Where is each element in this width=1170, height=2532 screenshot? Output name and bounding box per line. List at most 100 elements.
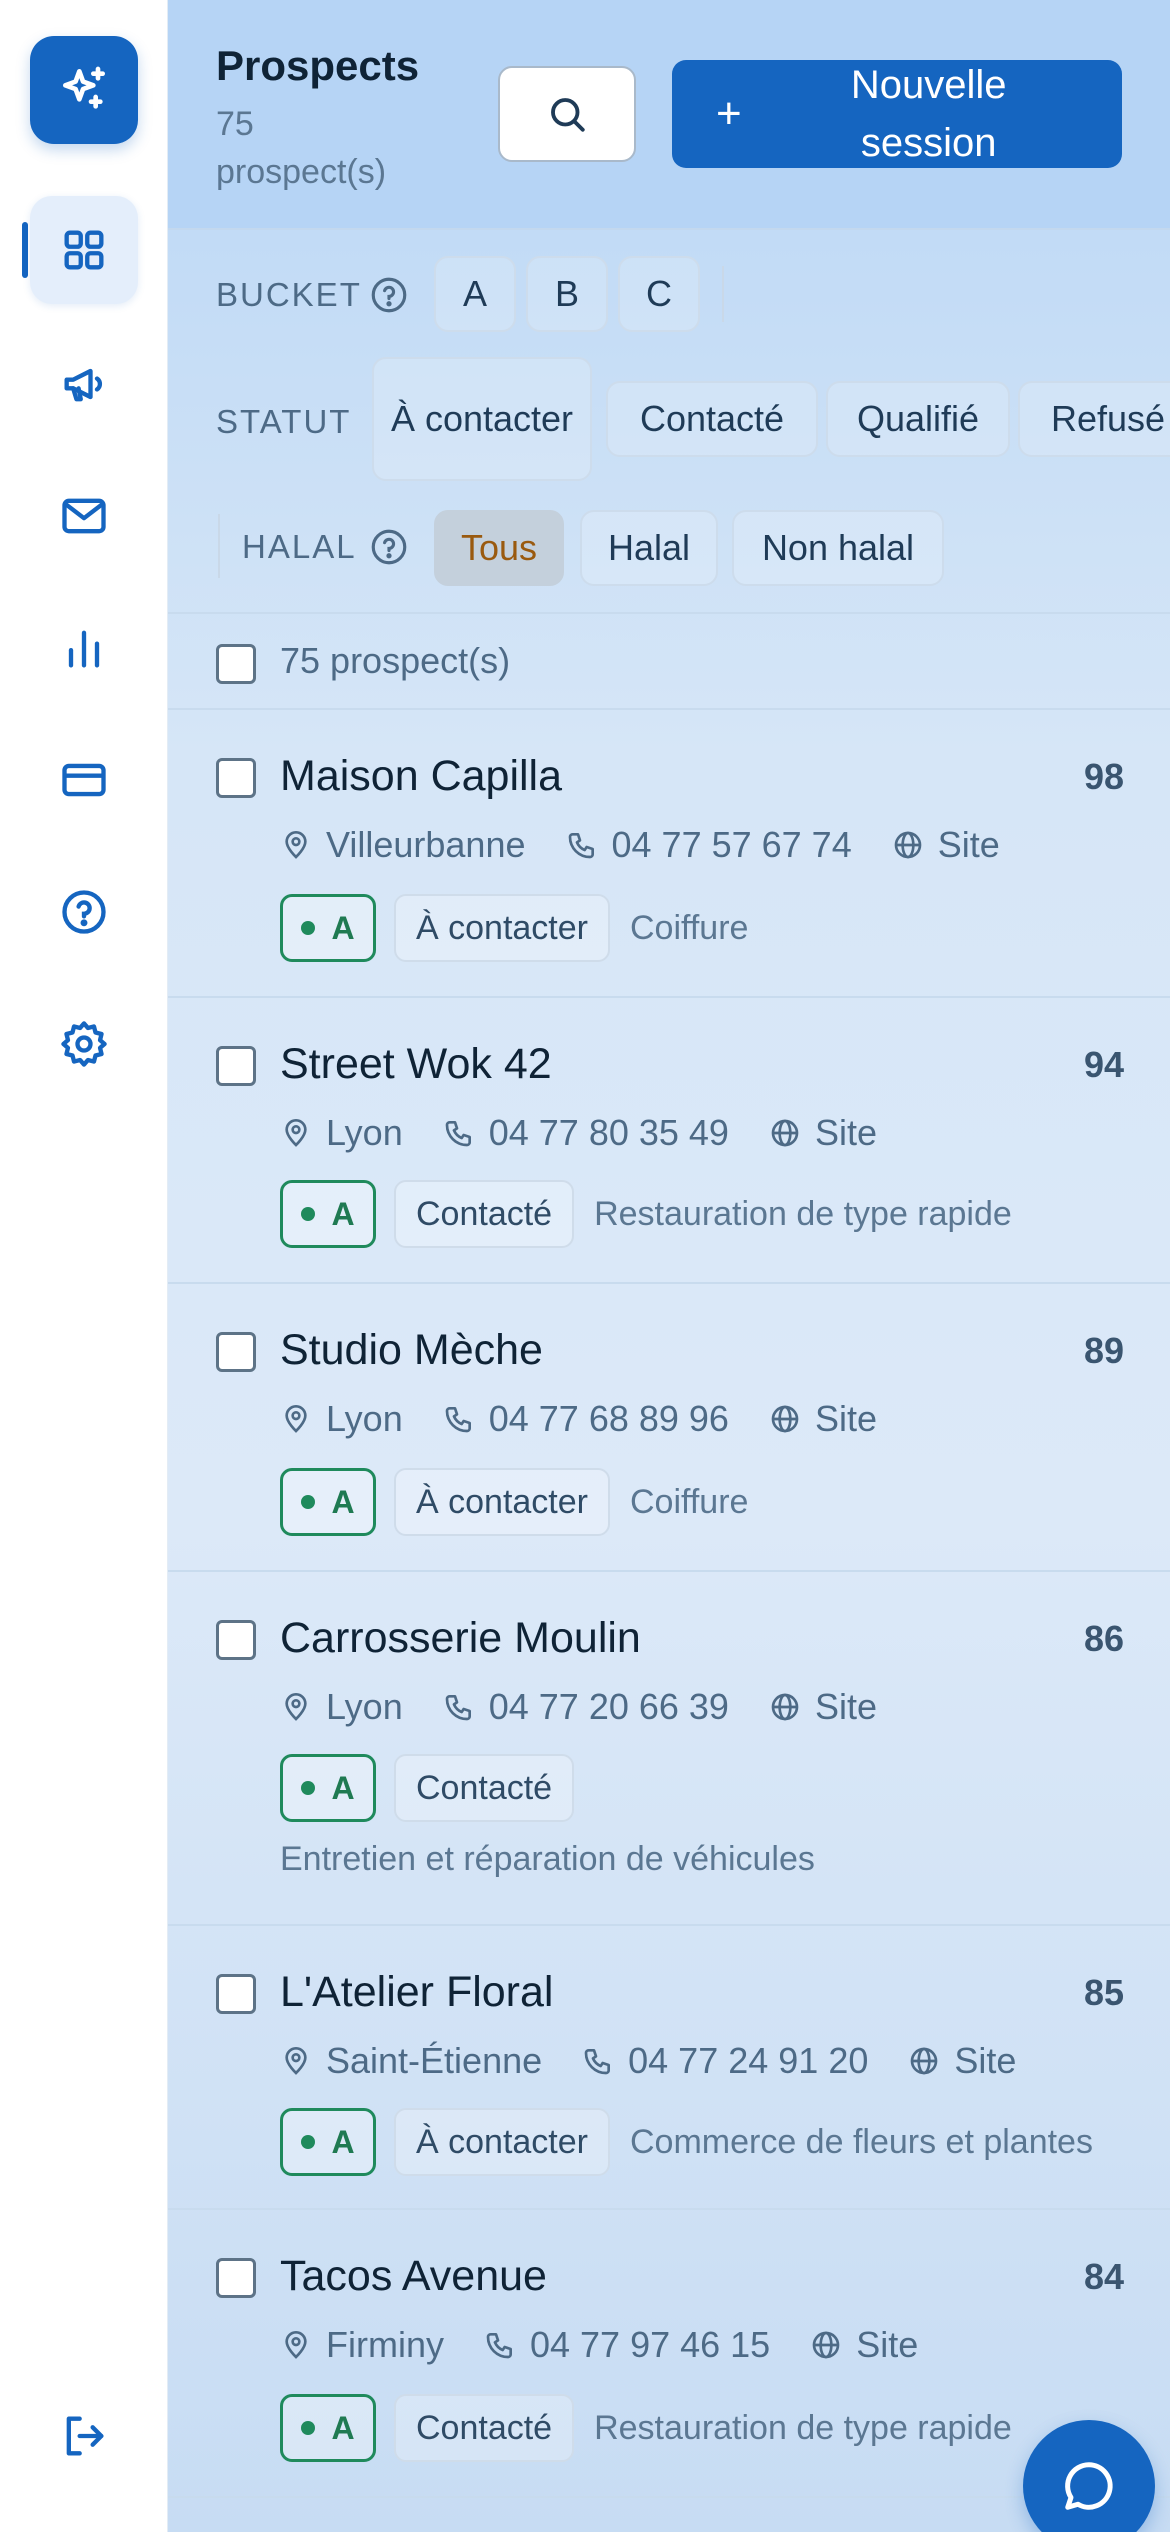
prospect-category: Commerce de fleurs et plantes xyxy=(629,2122,1093,2161)
prospect-site-link[interactable]: Site xyxy=(815,1112,877,1154)
prospect-site-link[interactable]: Site xyxy=(938,824,1000,866)
search-icon xyxy=(551,98,585,132)
prospect-category: Entretien et réparation de véhicules xyxy=(280,1840,815,1878)
prospect-phone[interactable]: 04 77 24 91 20 xyxy=(628,2040,868,2082)
status-filter: STATUT À contacter Contacté Qualifié Ref… xyxy=(168,355,1170,485)
bucket-option-a[interactable]: A xyxy=(434,256,516,332)
map-pin-icon xyxy=(285,1405,307,1433)
list-item[interactable]: Street Wok 42 94 Lyon 04 77 80 35 49 Sit… xyxy=(168,998,1170,1284)
map-pin-icon xyxy=(285,2047,307,2075)
bucket-badge: A xyxy=(280,2394,376,2462)
app-logo[interactable] xyxy=(30,36,138,144)
prospect-city: Firminy xyxy=(326,2324,444,2365)
prospect-phone[interactable]: 04 77 20 66 39 xyxy=(489,1686,729,1728)
status-option-contacted[interactable]: Contacté xyxy=(606,381,818,457)
map-pin-icon xyxy=(285,831,307,859)
sidebar-item-campaigns[interactable] xyxy=(30,330,138,438)
globe-icon xyxy=(911,2047,938,2075)
prospect-score: 84 xyxy=(1083,2256,1124,2297)
row-checkbox[interactable] xyxy=(216,2258,256,2298)
credit-card-icon xyxy=(62,763,106,797)
bucket-option-c[interactable]: C xyxy=(618,256,700,332)
prospect-site-link[interactable]: Site xyxy=(856,2324,918,2366)
logout-button[interactable] xyxy=(30,2382,138,2490)
list-item[interactable]: Carrosserie Moulin 86 Lyon 04 77 20 66 3… xyxy=(168,1572,1170,1926)
prospect-name: Carrosserie Moulin xyxy=(280,1614,641,1662)
halal-filter: HALAL Tous Halal Non halal xyxy=(168,500,1170,596)
bar-chart-icon xyxy=(68,630,100,668)
prospect-phone[interactable]: 04 77 68 89 96 xyxy=(489,1398,729,1440)
prospect-name: Street Wok 42 xyxy=(280,1040,552,1088)
sidebar-item-help[interactable] xyxy=(30,858,138,966)
list-item[interactable]: Studio Mèche 89 Lyon 04 77 68 89 96 Site… xyxy=(168,1284,1170,1572)
sidebar-item-stats[interactable] xyxy=(30,594,138,702)
row-checkbox[interactable] xyxy=(216,1046,256,1086)
phone-icon xyxy=(568,833,594,859)
row-checkbox[interactable] xyxy=(216,1332,256,1372)
grid-icon xyxy=(64,230,104,270)
sidebar-item-messages[interactable] xyxy=(30,462,138,570)
mail-icon xyxy=(62,498,106,534)
select-all-checkbox[interactable] xyxy=(216,644,256,684)
prospect-name: Studio Mèche xyxy=(280,1326,543,1374)
sidebar-item-billing[interactable] xyxy=(30,726,138,834)
help-circle-icon xyxy=(62,890,106,934)
prospect-phone[interactable]: 04 77 97 46 15 xyxy=(530,2324,770,2366)
prospect-category: Coiffure xyxy=(629,908,749,947)
phone-icon xyxy=(445,1407,471,1433)
main-content: Prospects 75 prospect(s) + Nouvelle sess… xyxy=(168,0,1170,2532)
bucket-filter-label: BUCKET xyxy=(216,276,362,313)
prospect-score: 94 xyxy=(1083,1044,1124,1085)
sparkles-icon xyxy=(62,66,105,109)
chat-bubble-icon xyxy=(1065,2462,1113,2510)
status-badge: À contacter xyxy=(394,2108,610,2176)
globe-icon xyxy=(812,2331,840,2359)
globe-icon xyxy=(771,1119,799,1147)
bucket-option-b[interactable]: B xyxy=(526,256,608,332)
globe-icon xyxy=(771,1693,799,1721)
globe-icon xyxy=(771,1405,799,1433)
map-pin-icon xyxy=(285,2331,307,2359)
halal-filter-label: HALAL xyxy=(242,528,357,565)
row-checkbox[interactable] xyxy=(216,1974,256,2014)
row-checkbox[interactable] xyxy=(216,1620,256,1660)
new-session-button[interactable]: + Nouvelle session xyxy=(672,60,1122,168)
prospect-phone[interactable]: 04 77 57 67 74 xyxy=(612,824,852,866)
prospect-site-link[interactable]: Site xyxy=(815,1398,877,1440)
prospect-category: Coiffure xyxy=(629,1482,749,1521)
prospect-tags: A Contacté xyxy=(280,1754,575,1822)
prospect-site-link[interactable]: Site xyxy=(815,1686,877,1728)
list-item[interactable]: Maison Capilla 98 Villeurbanne 04 77 57 … xyxy=(168,710,1170,998)
bucket-badge: A xyxy=(280,1754,376,1822)
search-button[interactable] xyxy=(498,66,636,162)
map-pin-icon xyxy=(285,1693,307,1721)
prospect-category: Restauration de type rapide xyxy=(594,2408,1012,2447)
sidebar-item-dashboard[interactable] xyxy=(30,196,138,304)
globe-icon xyxy=(894,831,922,859)
list-item[interactable]: Tacos Avenue 84 Firminy 04 77 97 46 15 S… xyxy=(168,2210,1170,2498)
prospect-site-link[interactable]: Site xyxy=(954,2040,1016,2082)
prospect-meta: Villeurbanne 04 77 57 67 74 Site xyxy=(280,824,1000,866)
prospect-phone[interactable]: 04 77 80 35 49 xyxy=(489,1112,729,1154)
prospect-city: Saint-Étienne xyxy=(326,2040,543,2081)
divider xyxy=(218,514,220,578)
map-pin-icon xyxy=(285,1119,307,1147)
prospect-score: 85 xyxy=(1083,1972,1124,2013)
sidebar-item-settings[interactable] xyxy=(30,990,138,1098)
phone-icon xyxy=(486,2333,512,2359)
halal-option-all[interactable]: Tous xyxy=(434,510,564,586)
select-all-row: 75 prospect(s) xyxy=(168,612,1170,710)
help-icon[interactable] xyxy=(368,526,410,568)
row-checkbox[interactable] xyxy=(216,758,256,798)
bucket-badge: A xyxy=(280,1180,376,1248)
status-option-refused[interactable]: Refusé xyxy=(1018,381,1170,457)
list-item[interactable]: L'Atelier Floral 85 Saint-Étienne 04 77 … xyxy=(168,1926,1170,2210)
status-option-to-contact[interactable]: À contacter xyxy=(372,357,592,481)
halal-option-halal[interactable]: Halal xyxy=(580,510,718,586)
prospect-meta: Lyon 04 77 80 35 49 Site xyxy=(280,1112,877,1154)
status-option-qualified[interactable]: Qualifié xyxy=(826,381,1010,457)
prospect-city: Villeurbanne xyxy=(326,824,526,865)
megaphone-icon xyxy=(64,368,103,402)
halal-option-non-halal[interactable]: Non halal xyxy=(732,510,944,586)
help-icon[interactable] xyxy=(368,274,410,316)
